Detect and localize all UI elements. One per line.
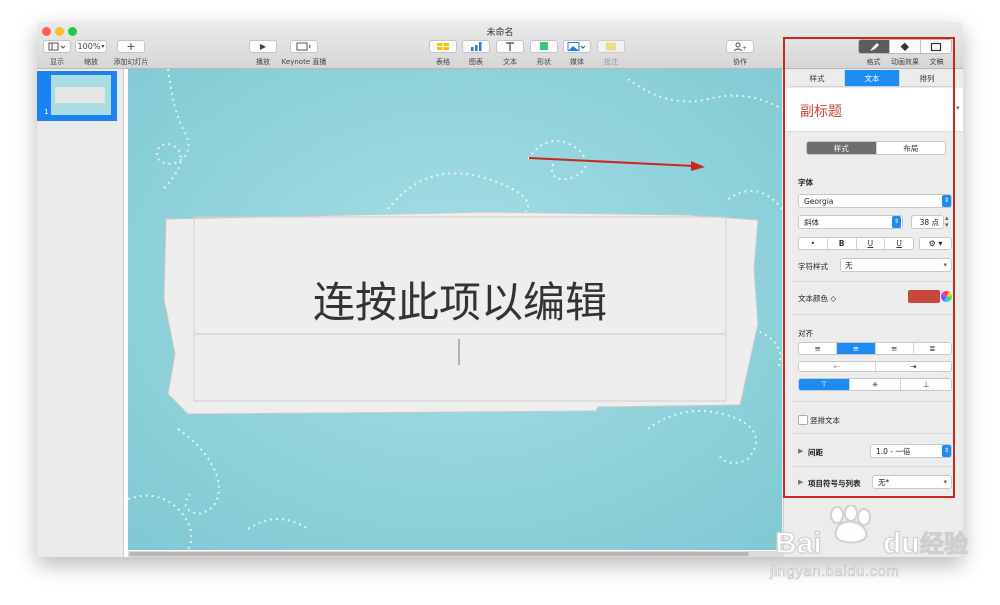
thumbnail-title-box	[55, 87, 105, 103]
slide-thumbnail[interactable]	[51, 75, 111, 115]
slide-canvas: 连按此项以编辑	[124, 69, 782, 557]
play-label: 播放	[256, 58, 270, 66]
horizontal-scrollbar[interactable]	[128, 551, 782, 557]
keynote-live-button[interactable]	[290, 40, 318, 53]
media-icon	[567, 42, 586, 51]
shape-icon	[540, 42, 548, 50]
svg-text:+: +	[742, 45, 747, 51]
table-button[interactable]	[429, 40, 457, 53]
chevron-down-icon: ▾	[956, 104, 960, 112]
chart-label: 图表	[469, 58, 483, 66]
media-button[interactable]	[563, 40, 591, 53]
table-icon	[437, 43, 449, 50]
media-label: 媒体	[570, 58, 584, 66]
text-label: 文本	[503, 58, 517, 66]
baidu-paw-logo: Bai du 经验	[774, 504, 969, 561]
play-button[interactable]: ▶	[249, 40, 277, 53]
collaborate-button[interactable]: +	[726, 40, 754, 53]
text-button[interactable]	[496, 40, 524, 53]
comment-button[interactable]	[597, 40, 625, 53]
chart-button[interactable]	[462, 40, 490, 53]
keynote-live-label: Keynote 直播	[281, 58, 327, 66]
svg-text:du: du	[883, 527, 920, 560]
keynote-live-icon	[296, 42, 311, 51]
zoom-label: 缩放	[84, 58, 98, 66]
comment-label: 批注	[604, 58, 618, 66]
zoom-value: 100%	[77, 42, 101, 51]
collaborate-icon: +	[733, 42, 747, 51]
view-icon	[48, 42, 66, 51]
add-slide-button[interactable]: +	[117, 40, 145, 53]
play-icon: ▶	[259, 42, 267, 51]
shape-button[interactable]	[530, 40, 558, 53]
zoom-select[interactable]: 100% ▾	[75, 40, 107, 53]
shape-label: 形状	[537, 58, 551, 66]
collaborate-label: 协作	[733, 58, 747, 66]
comment-icon	[606, 42, 616, 51]
add-slide-label: 添加幻灯片	[113, 58, 149, 66]
text-icon	[506, 42, 514, 51]
svg-text:Bai: Bai	[775, 527, 822, 560]
table-label: 表格	[436, 58, 450, 66]
scrollbar-thumb[interactable]	[129, 552, 749, 556]
plus-icon: +	[126, 40, 136, 53]
slide-navigator: 1	[37, 69, 124, 557]
svg-text:经验: 经验	[920, 530, 968, 558]
baidu-jingyan-watermark: Bai du 经验 jingyan.baidu.com	[770, 504, 975, 595]
slide[interactable]: 连按此项以编辑	[128, 69, 782, 550]
view-button[interactable]	[43, 40, 71, 53]
chevron-down-icon: ▾	[101, 43, 105, 50]
view-label: 显示	[50, 58, 64, 66]
watermark-url: jingyan.baidu.com	[770, 563, 900, 581]
annotation-highlight-box	[783, 37, 955, 498]
title-placeholder[interactable]: 连按此项以编辑	[194, 269, 726, 330]
slide-number: 1	[44, 108, 49, 116]
chart-icon	[471, 42, 482, 51]
